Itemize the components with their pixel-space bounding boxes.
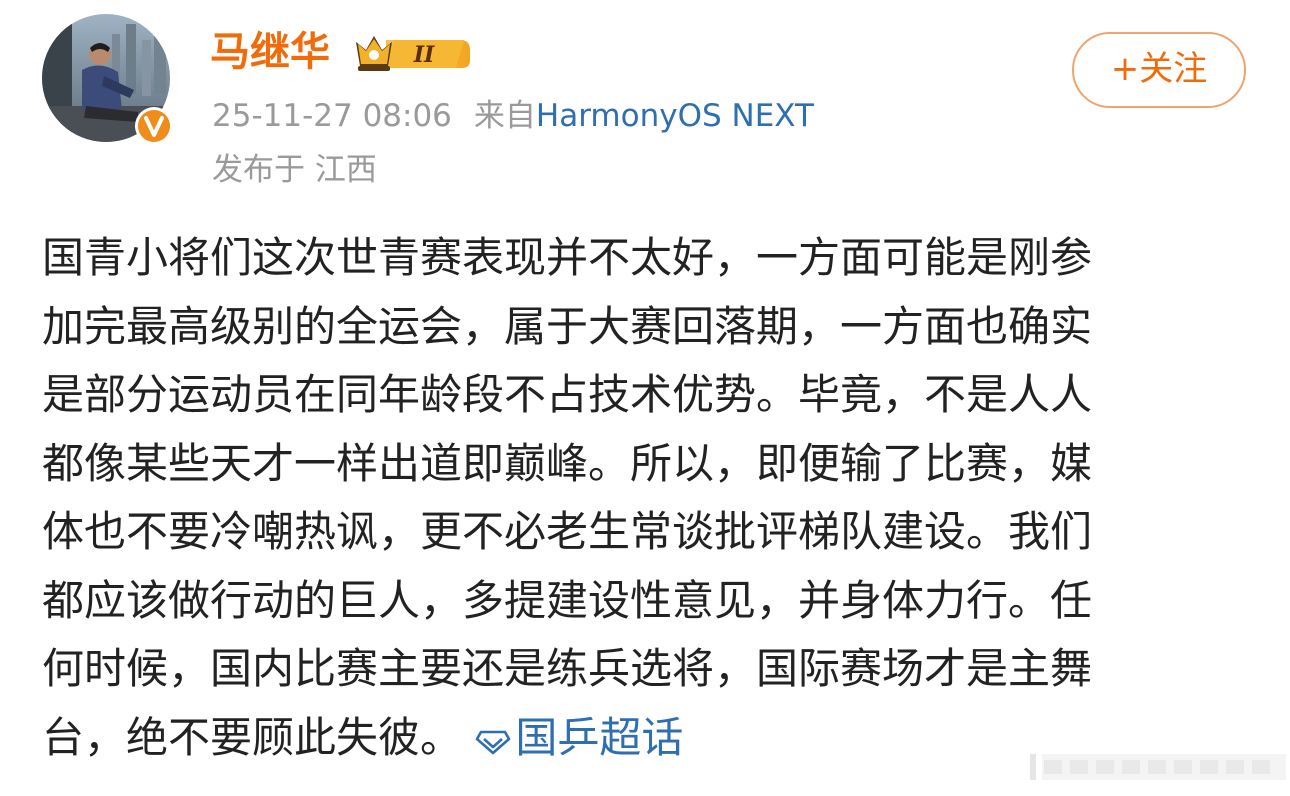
author-name[interactable]: 马继华 <box>210 26 330 78</box>
content-line: 国青小将们这次世青赛表现并不太好，一方面可能是刚参 <box>42 233 1093 282</box>
topic-link[interactable]: 国乒超话 <box>475 713 683 762</box>
content-line: 体也不要冷嘲热讽，更不必老生常谈批评梯队建设。我们 <box>42 507 1093 556</box>
source-prefix: 来自 <box>473 98 536 134</box>
crown-level-icon[interactable]: II <box>352 30 472 76</box>
topic-label: 国乒超话 <box>515 712 684 762</box>
content-line: 都像某些天才一样出道即巅峰。所以，即便输了比赛，媒 <box>42 438 1093 488</box>
content-line: 都应该做行动的巨人，多提建设性意见，并身体力行。任 <box>42 575 1093 625</box>
post-timestamp: 25-11-27 08:06 <box>212 98 452 134</box>
post-location: 发布于 江西 <box>212 152 377 188</box>
follow-button[interactable]: +关注 <box>1072 32 1246 108</box>
watermark-mark <box>1030 754 1286 780</box>
post-content: 国青小将们这次世青赛表现并不太好，一方面可能是刚参 加完最高级别的全运会，属于大… <box>42 224 1242 772</box>
content-line: 是部分运动员在同年龄段不占技术优势。毕竟，不是人人 <box>42 370 1093 419</box>
level-text: II <box>413 42 435 68</box>
post-meta: 25-11-27 08:06 来自HarmonyOS NEXT <box>212 96 814 136</box>
content-line: 何时候，国内比赛主要还是练兵选将，国际赛场才是主舞 <box>42 644 1093 693</box>
super-topic-diamond-icon <box>476 730 511 754</box>
content-line-text: 台，绝不要顾此失彼。 <box>42 712 463 762</box>
source-link[interactable]: HarmonyOS NEXT <box>536 98 814 134</box>
content-line: 加完最高级别的全运会，属于大赛回落期，一方面也确实 <box>42 301 1093 351</box>
avatar[interactable] <box>42 14 173 145</box>
verified-v-icon <box>135 107 173 145</box>
